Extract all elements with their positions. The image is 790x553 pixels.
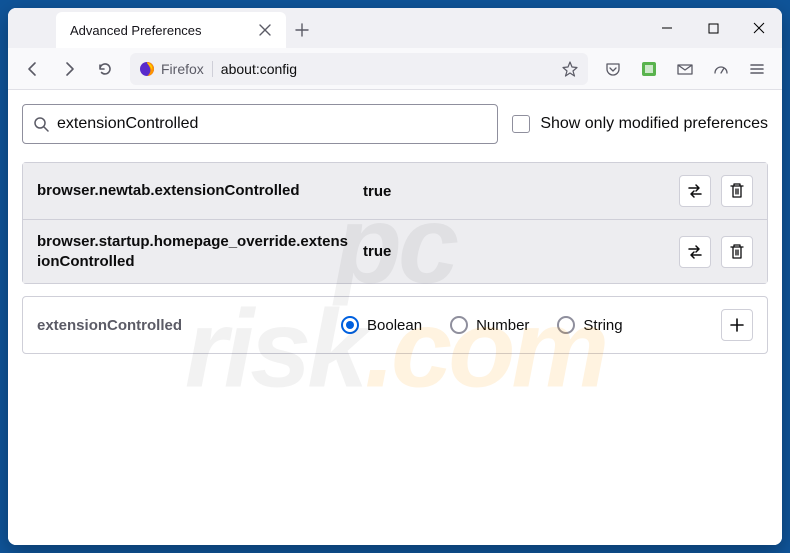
extension-icon	[641, 61, 657, 77]
star-icon	[561, 60, 579, 78]
toolbar: Firefox about:config	[8, 48, 782, 90]
plus-icon	[729, 317, 745, 333]
radio-label: Number	[476, 317, 529, 334]
dashboard-button[interactable]	[704, 53, 738, 85]
browser-window: Advanced Preferences Firefox about:confi…	[8, 8, 782, 545]
preferences-list: browser.newtab.extensionControlled true …	[22, 162, 768, 284]
firefox-icon	[139, 61, 155, 77]
close-window-button[interactable]	[736, 8, 782, 48]
new-pref-name: extensionControlled	[37, 317, 327, 334]
pref-row[interactable]: browser.startup.homepage_override.extens…	[23, 220, 767, 283]
minimize-icon	[661, 22, 673, 34]
radio-string[interactable]: String	[557, 316, 622, 334]
new-tab-button[interactable]	[286, 12, 318, 48]
extension-button[interactable]	[632, 53, 666, 85]
hamburger-icon	[748, 60, 766, 78]
pref-name: browser.newtab.extensionControlled	[37, 181, 349, 201]
maximize-icon	[708, 23, 719, 34]
search-row: Show only modified preferences	[22, 104, 768, 144]
close-icon	[259, 24, 271, 36]
menu-button[interactable]	[740, 53, 774, 85]
pocket-button[interactable]	[596, 53, 630, 85]
forward-button[interactable]	[52, 53, 86, 85]
content-area: Show only modified preferences browser.n…	[8, 90, 782, 545]
pref-row[interactable]: browser.newtab.extensionControlled true	[23, 163, 767, 220]
url-identity[interactable]: Firefox	[139, 61, 213, 77]
tab-title: Advanced Preferences	[70, 23, 202, 38]
back-button[interactable]	[16, 53, 50, 85]
new-preference-box: extensionControlled Boolean Number Strin…	[22, 296, 768, 354]
show-modified-checkbox[interactable]: Show only modified preferences	[512, 115, 768, 133]
radio-label: String	[583, 317, 622, 334]
identity-label: Firefox	[161, 61, 204, 77]
pref-value: true	[363, 183, 665, 200]
delete-button[interactable]	[721, 175, 753, 207]
tab-close-button[interactable]	[254, 19, 276, 41]
reload-icon	[96, 60, 114, 78]
maximize-button[interactable]	[690, 8, 736, 48]
pref-value: true	[363, 243, 665, 260]
radio-icon	[557, 316, 575, 334]
radio-label: Boolean	[367, 317, 422, 334]
search-box[interactable]	[22, 104, 498, 144]
url-bar[interactable]: Firefox about:config	[130, 53, 588, 85]
radio-icon	[341, 316, 359, 334]
tab-active[interactable]: Advanced Preferences	[56, 12, 286, 48]
trash-icon	[729, 182, 745, 200]
bookmark-button[interactable]	[561, 60, 579, 78]
checkbox-label: Show only modified preferences	[540, 115, 768, 133]
pref-name: browser.startup.homepage_override.extens…	[37, 232, 349, 271]
reload-button[interactable]	[88, 53, 122, 85]
radio-boolean[interactable]: Boolean	[341, 316, 422, 334]
trash-icon	[729, 243, 745, 261]
new-preference-row: extensionControlled Boolean Number Strin…	[23, 297, 767, 353]
back-icon	[24, 60, 42, 78]
search-input[interactable]	[57, 115, 487, 133]
pref-actions	[679, 175, 753, 207]
forward-icon	[60, 60, 78, 78]
checkbox-icon	[512, 115, 530, 133]
search-icon	[33, 116, 49, 132]
toggle-icon	[686, 182, 704, 200]
type-radio-group: Boolean Number String	[341, 316, 707, 334]
toggle-button[interactable]	[679, 236, 711, 268]
toggle-icon	[686, 243, 704, 261]
url-text: about:config	[221, 61, 297, 77]
toggle-button[interactable]	[679, 175, 711, 207]
delete-button[interactable]	[721, 236, 753, 268]
add-button[interactable]	[721, 309, 753, 341]
window-controls	[644, 8, 782, 48]
gauge-icon	[712, 60, 730, 78]
close-icon	[753, 22, 765, 34]
titlebar: Advanced Preferences	[8, 8, 782, 48]
pocket-icon	[604, 60, 622, 78]
radio-number[interactable]: Number	[450, 316, 529, 334]
pref-actions	[679, 236, 753, 268]
radio-icon	[450, 316, 468, 334]
minimize-button[interactable]	[644, 8, 690, 48]
mail-icon	[676, 60, 694, 78]
plus-icon	[295, 23, 309, 37]
mail-button[interactable]	[668, 53, 702, 85]
